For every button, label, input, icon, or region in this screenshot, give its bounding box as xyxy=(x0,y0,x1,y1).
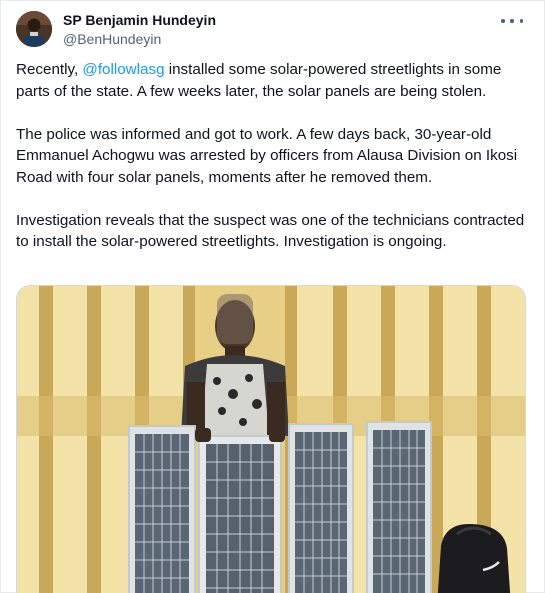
more-horizontal-icon[interactable] xyxy=(501,13,523,29)
author-names: SP Benjamin Hundeyin @BenHundeyin xyxy=(63,12,216,48)
tweet-p1-before: Recently, xyxy=(16,61,83,78)
avatar[interactable] xyxy=(16,11,52,47)
more-dot xyxy=(510,19,514,23)
solar-panel-1 xyxy=(128,425,196,593)
solar-panel-2 xyxy=(195,428,285,593)
tweet-card[interactable]: SP Benjamin Hundeyin @BenHundeyin Recent… xyxy=(0,0,545,593)
tweet-text: Recently, @followlasg installed some sol… xyxy=(16,59,531,274)
author-handle[interactable]: @BenHundeyin xyxy=(63,30,216,48)
tweet-paragraph-3: Investigation reveals that the suspect w… xyxy=(16,211,525,251)
tweet-paragraph-2: The police was informed and got to work.… xyxy=(16,125,518,186)
author-display-name[interactable]: SP Benjamin Hundeyin xyxy=(63,12,216,29)
tweet-paragraph-1: Recently, @followlasg installed some sol… xyxy=(16,59,531,102)
solar-panel-3 xyxy=(288,423,354,593)
tweet-header: SP Benjamin Hundeyin @BenHundeyin xyxy=(16,11,529,51)
tweet-photo[interactable] xyxy=(16,285,526,593)
more-dot xyxy=(501,19,505,23)
more-dot xyxy=(519,19,523,23)
solar-panel-4 xyxy=(366,421,432,593)
photo-illustration xyxy=(17,286,525,593)
backpack xyxy=(437,524,511,593)
mention-link[interactable]: @followlasg xyxy=(82,61,164,78)
